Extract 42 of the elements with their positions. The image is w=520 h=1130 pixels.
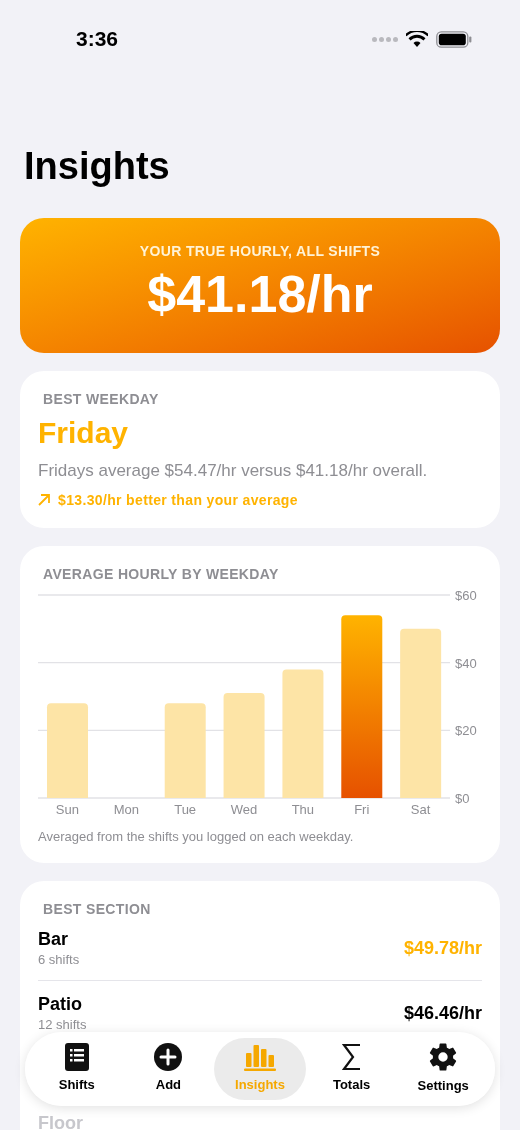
bar-chart-icon: [244, 1043, 276, 1072]
settings-icon: [428, 1042, 459, 1073]
shift-count: 6 shifts: [38, 951, 80, 969]
card-label: BEST WEEKDAY: [43, 390, 160, 409]
page-title: Insights: [24, 144, 171, 189]
section-name: Bar: [38, 928, 69, 950]
section-name: Patio: [38, 992, 83, 1015]
hero-label: YOUR TRUE HOURLY, ALL SHIFTS: [139, 242, 381, 261]
card-label: AVERAGE HOURLY BY WEEKDAY: [43, 565, 280, 584]
list-icon: [64, 1043, 89, 1072]
axis-label: Fri: [354, 802, 370, 817]
hero-value: $41.18/hr: [147, 264, 373, 324]
tab[interactable]: Totals: [305, 1038, 398, 1100]
wifi-icon: [406, 31, 428, 47]
axis-label: $20: [455, 723, 477, 739]
axis-label: $60: [455, 588, 477, 603]
axis-label: Mon: [113, 802, 139, 817]
chart-footnote: Averaged from the shifts you logged on each weekday.: [38, 828, 355, 846]
section-rate: $49.78/hr: [403, 937, 482, 961]
axis-label: $0: [455, 791, 470, 806]
status-time: 3:36: [76, 26, 119, 53]
delta-text: $13.30/hr better than your average: [58, 490, 298, 510]
battery-icon: [436, 30, 472, 48]
section-name: Floor: [38, 1112, 83, 1130]
best-day: Friday: [38, 414, 482, 452]
section-rate: $46.46/hr: [403, 1001, 482, 1025]
add-icon: [154, 1043, 183, 1072]
card-label: BEST SECTION: [43, 900, 152, 919]
sigma-icon: [341, 1043, 362, 1072]
axis-label: $40: [455, 655, 477, 671]
shift-count: 12 shifts: [38, 1015, 87, 1034]
axis-label: Tue: [174, 802, 197, 817]
axis-label: Thu: [291, 802, 315, 817]
tab[interactable]: Add: [122, 1038, 215, 1100]
axis-label: Sun: [55, 802, 79, 817]
axis-label: Sat: [410, 802, 431, 817]
tab[interactable]: Shifts: [31, 1038, 123, 1100]
axis-label: Wed: [230, 802, 258, 817]
signal-icon: [372, 36, 398, 42]
description: Fridays average $54.47/hr versus $41.18/hr overall.: [38, 460, 429, 482]
tab[interactable]: Settings: [397, 1038, 489, 1100]
arrow-up-right-icon: [38, 494, 50, 506]
